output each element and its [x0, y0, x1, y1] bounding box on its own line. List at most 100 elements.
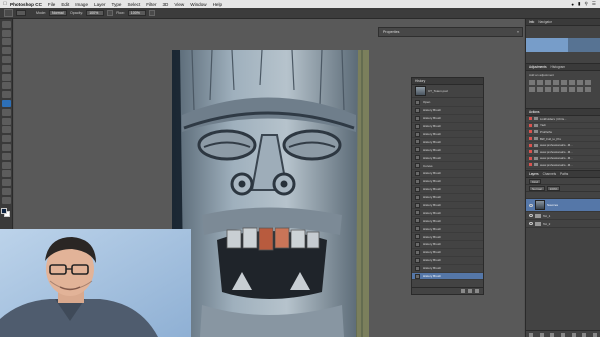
clone-stamp-tool-icon[interactable] — [1, 91, 11, 99]
properties-panel[interactable]: Properties ≡ — [378, 27, 523, 37]
action-set-row[interactable]: LinkFolders | Chris... — [526, 116, 600, 123]
tab-adjustments[interactable]: Adjustments — [529, 65, 547, 69]
history-state[interactable]: History Brush — [412, 186, 483, 194]
blur-tool-icon[interactable] — [1, 126, 11, 134]
mode-select[interactable]: Normal — [49, 10, 67, 16]
tab-info[interactable]: Info — [529, 20, 534, 24]
apple-icon[interactable]:  — [0, 1, 10, 7]
eye-icon[interactable] — [529, 222, 533, 225]
adjustment-layer-icon[interactable] — [560, 332, 565, 337]
dodge-tool-icon[interactable] — [1, 135, 11, 143]
trash-icon[interactable] — [475, 289, 479, 293]
tab-paths[interactable]: Paths — [560, 172, 568, 176]
opacity-field[interactable]: 100% — [86, 10, 105, 16]
group-icon[interactable] — [571, 332, 576, 337]
layer-row-selected[interactable]: Sources — [526, 199, 600, 212]
panel-menu-icon[interactable]: ≡ — [517, 30, 519, 34]
posterize-icon[interactable] — [561, 87, 567, 92]
checkmark-icon[interactable] — [529, 137, 532, 141]
document-image[interactable] — [172, 50, 369, 337]
history-state[interactable]: Open — [412, 99, 483, 107]
menu-view[interactable]: View — [174, 2, 184, 7]
color-swatches[interactable] — [1, 207, 11, 218]
type-tool-icon[interactable] — [1, 152, 11, 160]
action-set-row[interactable]: www.professionalcs...M... — [526, 149, 600, 156]
marquee-tool-icon[interactable] — [1, 29, 11, 37]
app-name-menu[interactable]: Photoshop CC — [10, 2, 42, 7]
hue-saturation-icon[interactable] — [569, 80, 575, 85]
menu-image[interactable]: Image — [75, 2, 88, 7]
history-state[interactable]: History Brush — [412, 249, 483, 257]
tab-actions[interactable]: Actions — [529, 110, 539, 114]
history-state[interactable]: History Brush — [412, 257, 483, 265]
menu-help[interactable]: Help — [213, 2, 222, 7]
history-state[interactable]: History Brush — [412, 233, 483, 242]
action-set-row[interactable]: www.professionalcs...M... — [526, 142, 600, 149]
mask-icon[interactable] — [550, 332, 555, 337]
link-icon[interactable] — [529, 332, 534, 337]
action-set-row[interactable]: www.professionalcs...M... — [526, 162, 600, 169]
eyedropper-tool-icon[interactable] — [1, 64, 11, 72]
brush-tool-icon[interactable] — [1, 82, 11, 90]
vibrance-icon[interactable] — [561, 80, 567, 85]
action-set-row[interactable]: www.professionalcs...M... — [526, 156, 600, 163]
history-state[interactable]: History Brush — [412, 202, 483, 210]
history-state[interactable]: History Brush — [412, 146, 483, 155]
layer-row[interactable]: Tot_2 — [526, 220, 600, 228]
new-layer-icon[interactable] — [582, 332, 587, 337]
exposure-icon[interactable] — [553, 80, 559, 85]
checkmark-icon[interactable] — [529, 150, 532, 154]
menu-edit[interactable]: Edit — [61, 2, 69, 7]
history-state[interactable]: History Brush — [412, 194, 483, 202]
menu-window[interactable]: Window — [190, 2, 206, 7]
selective-color-icon[interactable] — [585, 87, 591, 92]
checkmark-icon[interactable] — [529, 117, 532, 121]
brightness-icon[interactable] — [529, 80, 535, 85]
tab-layers[interactable]: Layers — [529, 172, 539, 176]
path-select-tool-icon[interactable] — [1, 161, 11, 169]
shape-tool-icon[interactable] — [1, 170, 11, 178]
gradient-tool-icon[interactable] — [1, 117, 11, 125]
history-brush-tool-icon[interactable] — [1, 99, 11, 107]
lasso-tool-icon[interactable] — [1, 38, 11, 46]
history-state[interactable]: History Brush — [412, 209, 483, 218]
action-set-row[interactable]: BW_Full_to_Pro — [526, 136, 600, 143]
history-state[interactable]: History Brush — [412, 107, 483, 115]
crop-tool-icon[interactable] — [1, 55, 11, 63]
history-state[interactable]: History Brush — [412, 115, 483, 123]
trash-icon[interactable] — [592, 332, 597, 337]
history-state[interactable]: History Brush — [412, 217, 483, 226]
levels-icon[interactable] — [537, 80, 543, 85]
checkmark-icon[interactable] — [529, 156, 532, 160]
list-icon[interactable]: ☰ — [592, 1, 596, 7]
menu-filter[interactable]: Filter — [146, 2, 156, 7]
foreground-color-swatch[interactable] — [1, 207, 7, 214]
history-state[interactable]: History Brush — [412, 170, 483, 178]
fx-icon[interactable] — [539, 332, 544, 337]
history-state[interactable]: History Brush — [412, 123, 483, 131]
search-icon[interactable]: ⚲ — [585, 1, 588, 7]
healing-brush-tool-icon[interactable] — [1, 73, 11, 81]
checkmark-icon[interactable] — [529, 143, 532, 147]
hand-tool-icon[interactable] — [1, 179, 11, 187]
pen-tool-icon[interactable] — [1, 143, 11, 151]
menu-select[interactable]: Select — [127, 2, 140, 7]
eraser-tool-icon[interactable] — [1, 108, 11, 116]
move-tool-icon[interactable] — [1, 20, 11, 28]
channel-mixer-icon[interactable] — [537, 87, 543, 92]
history-state[interactable]: History Brush — [412, 241, 483, 249]
flow-field[interactable]: 100% — [127, 10, 146, 16]
black-white-icon[interactable] — [585, 80, 591, 85]
menu-layer[interactable]: Layer — [94, 2, 106, 7]
history-state[interactable]: History Brush — [412, 265, 483, 273]
layer-kind-filter[interactable]: Kind — [529, 178, 542, 184]
action-set-row[interactable]: Yadi — [526, 123, 600, 130]
pressure-opacity-icon[interactable] — [107, 10, 114, 16]
color-balance-icon[interactable] — [577, 80, 583, 85]
layer-row[interactable]: Tot_1 — [526, 212, 600, 220]
eye-icon[interactable] — [529, 203, 533, 207]
quick-select-tool-icon[interactable] — [1, 47, 11, 55]
tab-channels[interactable]: Channels — [543, 172, 556, 176]
tab-histogram[interactable]: Histogram — [551, 65, 566, 69]
history-state[interactable]: History Brush — [412, 154, 483, 163]
